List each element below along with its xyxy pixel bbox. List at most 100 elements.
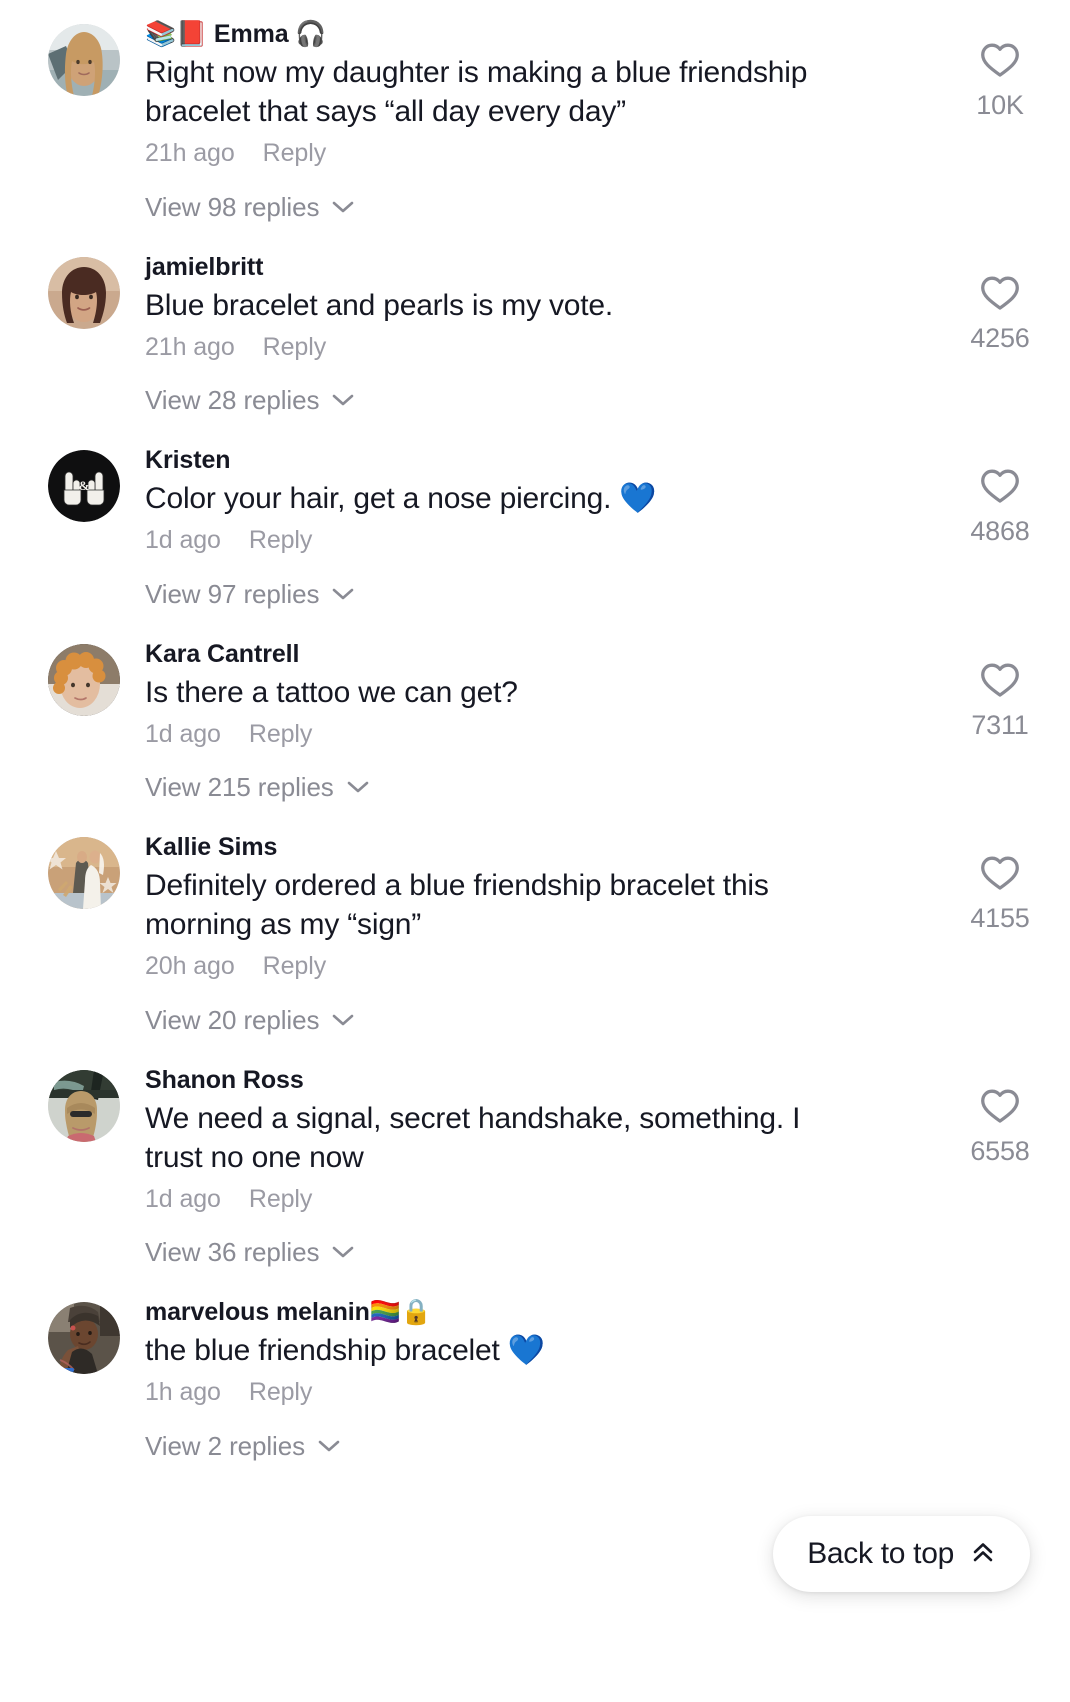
comment-timestamp: 1d ago	[145, 1184, 221, 1213]
heart-icon[interactable]	[979, 40, 1021, 83]
avatar-shanon-ross[interactable]	[48, 1069, 120, 1142]
heart-icon[interactable]	[979, 853, 1021, 896]
comment-author[interactable]: Shanon Ross	[145, 1064, 954, 1096]
like-count: 4868	[970, 516, 1030, 546]
view-replies-label: View 215 replies	[145, 772, 334, 802]
avatar-emma[interactable]	[48, 24, 120, 96]
comment-author[interactable]: Kristen	[145, 444, 954, 476]
back-to-top-label: Back to top	[807, 1537, 954, 1570]
like-control[interactable]: 6558	[954, 1086, 1046, 1165]
comment-body: Kristen Color your hair, get a nose pier…	[120, 444, 954, 610]
reply-button[interactable]: Reply	[249, 1376, 313, 1409]
view-replies-button[interactable]: View 28 replies	[145, 385, 954, 416]
comment-author[interactable]: Kallie Sims	[145, 831, 954, 863]
comments-screen: 📚📕 Emma 🎧 Right now my daughter is makin…	[0, 0, 1070, 1702]
comment-author[interactable]: marvelous melanin🏳️‍🌈🔒	[145, 1296, 954, 1328]
comment-item: Shanon Ross We need a signal, secret han…	[0, 1064, 1070, 1269]
chevron-down-icon	[332, 201, 354, 214]
like-control[interactable]: 10K	[954, 40, 1046, 119]
comment-timestamp: 1d ago	[145, 526, 221, 554]
like-control[interactable]	[954, 1318, 1046, 1327]
comment-body: Kallie Sims Definitely ordered a blue fr…	[120, 831, 954, 1036]
heart-icon[interactable]	[979, 466, 1021, 509]
avatar-kristen[interactable]: &	[48, 450, 120, 522]
comment-meta: 1h ago Reply	[145, 1376, 954, 1409]
view-replies-label: View 97 replies	[145, 578, 320, 609]
chevron-double-up-icon	[970, 1539, 996, 1570]
view-replies-label: View 36 replies	[145, 1237, 320, 1267]
comment-meta: 20h ago Reply	[145, 950, 954, 983]
reply-button[interactable]: Reply	[249, 524, 313, 557]
like-count: 4155	[970, 903, 1030, 933]
comment-timestamp: 20h ago	[145, 952, 235, 980]
comment-timestamp: 1d ago	[145, 719, 221, 748]
avatar-kara-cantrell[interactable]	[48, 643, 120, 716]
view-replies-button[interactable]: View 2 replies	[145, 1431, 954, 1462]
comment-body: marvelous melanin🏳️‍🌈🔒 the blue friendsh…	[120, 1296, 954, 1462]
comment-meta: 21h ago Reply	[145, 137, 954, 170]
chevron-down-icon	[332, 1246, 354, 1259]
comment-list: 📚📕 Emma 🎧 Right now my daughter is makin…	[0, 0, 1070, 1462]
comment-timestamp: 21h ago	[145, 139, 235, 167]
comment-timestamp: 21h ago	[145, 332, 235, 361]
heart-icon[interactable]	[979, 1086, 1021, 1129]
chevron-down-icon	[332, 394, 354, 407]
view-replies-label: View 28 replies	[145, 385, 320, 415]
avatar-kallie-sims[interactable]	[48, 837, 120, 909]
like-count: 6558	[970, 1135, 1030, 1166]
reply-button[interactable]: Reply	[263, 950, 327, 983]
view-replies-button[interactable]: View 36 replies	[145, 1237, 954, 1268]
reply-button[interactable]: Reply	[263, 137, 327, 170]
comment-meta: 1d ago Reply	[145, 1183, 954, 1216]
comment-text: We need a signal, secret handshake, some…	[145, 1101, 801, 1174]
comment-text: Blue bracelet and pearls is my vote.	[145, 288, 614, 322]
reply-button[interactable]: Reply	[263, 331, 327, 364]
like-control[interactable]: 4155	[954, 853, 1046, 932]
like-count: 4256	[970, 322, 1030, 353]
comment-author[interactable]: 📚📕 Emma 🎧	[145, 18, 954, 50]
comment-meta: 1d ago Reply	[145, 718, 954, 751]
comment-text: Right now my daughter is making a blue f…	[145, 56, 808, 128]
reply-button[interactable]: Reply	[249, 1183, 313, 1216]
heart-icon[interactable]	[979, 660, 1021, 703]
like-count: 10K	[976, 90, 1024, 120]
view-replies-label: View 2 replies	[145, 1430, 305, 1461]
comment-item: & Kristen Color your hair, get a nose pi…	[0, 444, 1070, 610]
view-replies-button[interactable]: View 215 replies	[145, 772, 954, 803]
comment-item: Kallie Sims Definitely ordered a blue fr…	[0, 831, 1070, 1036]
view-replies-label: View 20 replies	[145, 1004, 320, 1035]
like-control[interactable]: 7311	[954, 660, 1046, 739]
avatar-jamielbritt[interactable]	[48, 256, 120, 329]
comment-timestamp: 1h ago	[145, 1378, 221, 1406]
chevron-down-icon	[347, 781, 369, 794]
comment-text: Color your hair, get a nose piercing. 💙	[145, 482, 657, 515]
comment-item: 📚📕 Emma 🎧 Right now my daughter is makin…	[0, 18, 1070, 223]
reply-button[interactable]: Reply	[249, 718, 313, 751]
comment-author[interactable]: jamielbritt	[145, 251, 954, 283]
comment-text: Definitely ordered a blue friendship bra…	[145, 869, 769, 941]
like-control[interactable]: 4868	[954, 466, 1046, 545]
view-replies-button[interactable]: View 20 replies	[145, 1005, 954, 1036]
view-replies-button[interactable]: View 97 replies	[145, 579, 954, 610]
comment-body: Shanon Ross We need a signal, secret han…	[120, 1064, 954, 1269]
like-count: 7311	[971, 709, 1029, 740]
view-replies-label: View 98 replies	[145, 191, 320, 222]
comment-text: Is there a tattoo we can get?	[145, 675, 518, 709]
avatar-marvelous-melanin[interactable]	[48, 1302, 120, 1374]
comment-body: jamielbritt Blue bracelet and pearls is …	[120, 251, 954, 417]
comment-text: the blue friendship bracelet 💙	[145, 1334, 545, 1367]
chevron-down-icon	[332, 1014, 354, 1027]
comment-body: Kara Cantrell Is there a tattoo we can g…	[120, 638, 954, 804]
comment-item: marvelous melanin🏳️‍🌈🔒 the blue friendsh…	[0, 1296, 1070, 1462]
heart-icon[interactable]	[979, 273, 1021, 316]
like-control[interactable]: 4256	[954, 273, 1046, 352]
comment-author[interactable]: Kara Cantrell	[145, 638, 954, 670]
svg-text:&: &	[79, 478, 90, 493]
view-replies-button[interactable]: View 98 replies	[145, 192, 954, 223]
chevron-down-icon	[318, 1440, 340, 1453]
comment-body: 📚📕 Emma 🎧 Right now my daughter is makin…	[120, 18, 954, 223]
chevron-down-icon	[332, 588, 354, 601]
back-to-top-button[interactable]: Back to top	[773, 1516, 1030, 1592]
comment-meta: 21h ago Reply	[145, 331, 954, 364]
comment-meta: 1d ago Reply	[145, 524, 954, 557]
